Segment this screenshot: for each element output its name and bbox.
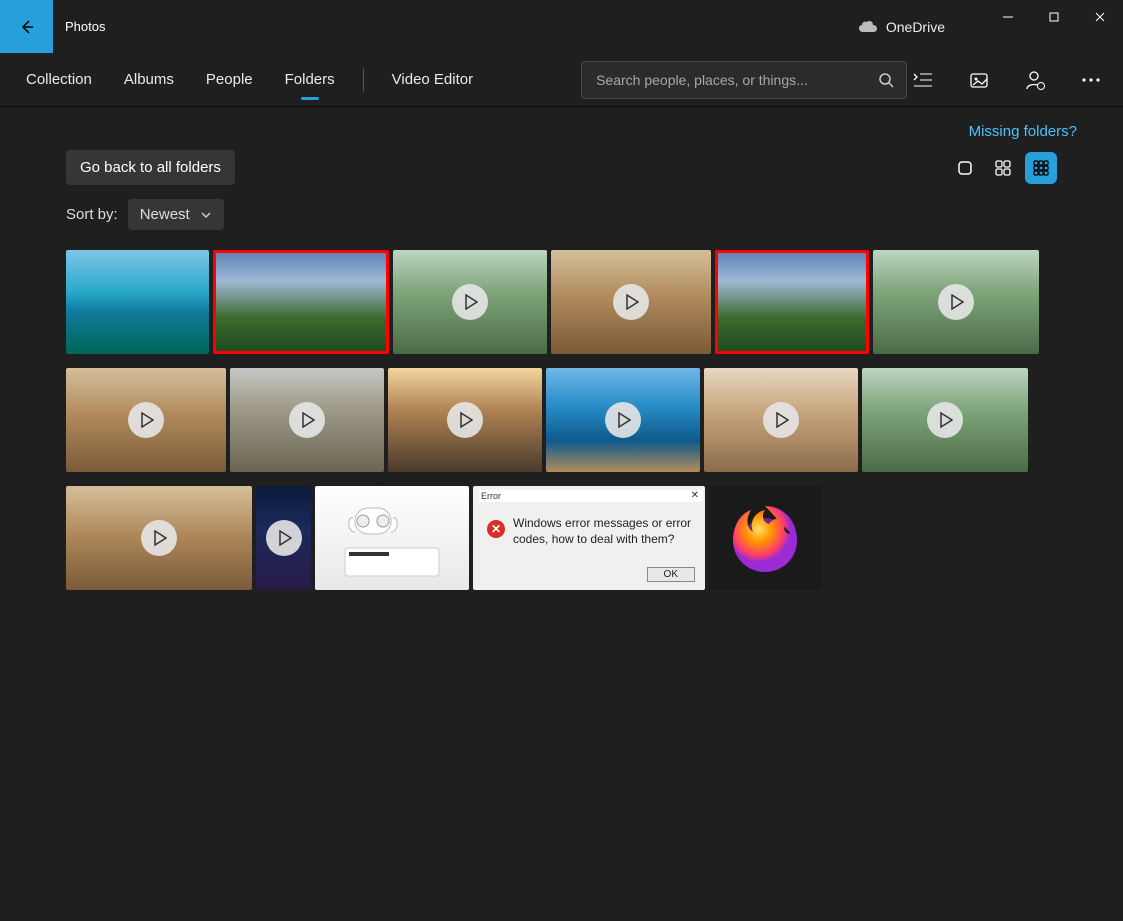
import-icon[interactable] <box>967 68 991 92</box>
play-icon <box>289 402 325 438</box>
play-icon <box>613 284 649 320</box>
close-button[interactable] <box>1077 1 1123 33</box>
hot-air-balloons-video[interactable] <box>704 368 858 472</box>
sort-dropdown[interactable]: Newest <box>128 199 224 230</box>
couple-selfie-video-3[interactable] <box>66 486 252 590</box>
more-icon[interactable] <box>1079 68 1103 92</box>
error-close-x: ✕ <box>691 490 699 501</box>
back-to-folders-button[interactable]: Go back to all folders <box>66 150 235 185</box>
couple-selfie-video-2[interactable] <box>66 368 226 472</box>
sort-label: Sort by: <box>66 206 118 223</box>
play-icon <box>141 520 177 556</box>
content-area: Missing folders? Go back to all folders <box>0 107 1123 590</box>
thumbnail-grid: Error✕✕Windows error messages or error c… <box>66 250 1057 590</box>
minimize-button[interactable] <box>985 1 1031 33</box>
play-icon <box>452 284 488 320</box>
cloud-icon <box>858 20 878 34</box>
error-x-icon: ✕ <box>487 520 505 538</box>
sort-value: Newest <box>140 206 190 223</box>
back-button[interactable] <box>0 0 53 53</box>
play-icon <box>447 402 483 438</box>
play-icon <box>927 402 963 438</box>
man-forest-video-2[interactable] <box>873 250 1039 354</box>
error-ok-button: OK <box>647 567 695 582</box>
tab-video-editor[interactable]: Video Editor <box>378 63 487 96</box>
view-small-grid-button[interactable] <box>1025 152 1057 184</box>
view-large-grid-button[interactable] <box>987 152 1019 184</box>
lake-photo[interactable] <box>66 250 209 354</box>
view-toggle-group <box>949 152 1057 184</box>
firefox-logo-photo[interactable] <box>709 486 821 590</box>
search-input[interactable] <box>594 71 878 89</box>
pier-sunset-video[interactable] <box>388 368 542 472</box>
error-dialog-screenshot[interactable]: Error✕✕Windows error messages or error c… <box>473 486 705 590</box>
maximize-button[interactable] <box>1031 1 1077 33</box>
big-ben-video[interactable] <box>230 368 384 472</box>
xbox-console-photo[interactable] <box>315 486 469 590</box>
play-icon <box>605 402 641 438</box>
mountain-hiker-photo[interactable] <box>213 250 389 354</box>
man-forest-video[interactable] <box>393 250 547 354</box>
beach-arch-video[interactable] <box>546 368 700 472</box>
title-bar: Photos OneDrive <box>0 0 1123 53</box>
missing-folders-link[interactable]: Missing folders? <box>66 123 1077 140</box>
window-controls <box>985 21 1123 33</box>
back-arrow-icon <box>17 17 37 37</box>
search-box[interactable] <box>581 61 907 99</box>
tab-albums[interactable]: Albums <box>110 63 188 96</box>
app-title: Photos <box>65 19 105 34</box>
tab-people[interactable]: People <box>192 63 267 96</box>
couple-selfie-video[interactable] <box>551 250 711 354</box>
main-toolbar: Collection Albums People Folders Video E… <box>0 53 1123 107</box>
search-icon[interactable] <box>878 72 894 88</box>
chevron-down-icon <box>200 211 212 219</box>
play-icon <box>128 402 164 438</box>
select-icon[interactable] <box>911 68 935 92</box>
man-forest-video-3[interactable] <box>862 368 1028 472</box>
night-concert-video[interactable] <box>256 486 311 590</box>
play-icon <box>938 284 974 320</box>
tab-folders[interactable]: Folders <box>271 63 349 96</box>
play-icon <box>763 402 799 438</box>
account-icon[interactable] <box>1023 68 1047 92</box>
error-title: Error <box>479 490 703 502</box>
view-single-button[interactable] <box>949 152 981 184</box>
tab-collection[interactable]: Collection <box>12 63 106 96</box>
onedrive-label: OneDrive <box>886 19 945 35</box>
onedrive-button[interactable]: OneDrive <box>858 19 945 35</box>
play-icon <box>266 520 302 556</box>
error-text: Windows error messages or error codes, h… <box>513 516 695 547</box>
toolbar-divider <box>363 68 364 92</box>
mountain-hiker-photo-2[interactable] <box>715 250 869 354</box>
